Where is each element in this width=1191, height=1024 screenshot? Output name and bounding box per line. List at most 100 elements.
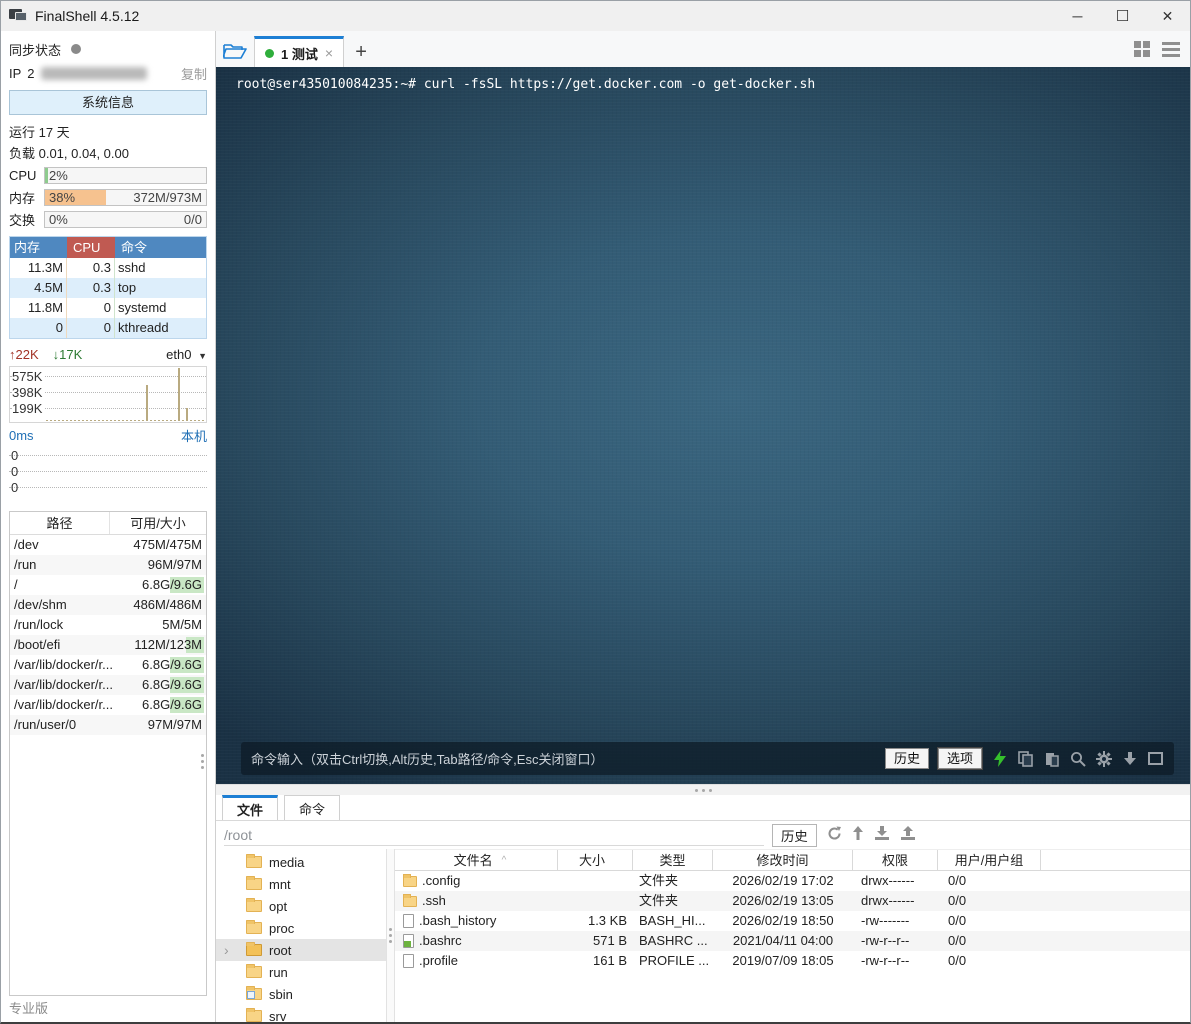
- command-input-hint[interactable]: 命令输入（双击Ctrl切换,Alt历史,Tab路径/命令,Esc关闭窗口）: [251, 749, 603, 768]
- terminal-tab[interactable]: 1 测试 ×: [254, 36, 344, 67]
- file-type: 文件夹: [633, 891, 713, 911]
- options-button[interactable]: 选项: [938, 748, 982, 769]
- disk-row[interactable]: /run96M/97M: [10, 555, 206, 575]
- refresh-icon[interactable]: [827, 826, 842, 844]
- tab-commands[interactable]: 命令: [284, 795, 340, 820]
- file-header-perm[interactable]: 权限: [853, 850, 938, 870]
- disk-row[interactable]: /dev/shm486M/486M: [10, 595, 206, 615]
- process-row[interactable]: 11.3M0.3sshd: [10, 258, 206, 278]
- parent-directory-icon[interactable]: [852, 826, 864, 844]
- load-average-text: 负载 0.01, 0.04, 0.00: [9, 143, 207, 164]
- ping-ytick-2: 0: [11, 480, 20, 495]
- disk-header-path[interactable]: 路径: [10, 512, 110, 534]
- history-button[interactable]: 历史: [885, 748, 929, 769]
- resource-meters: CPU2%内存38%372M/973M交换0%0/0: [9, 164, 207, 230]
- horizontal-splitter[interactable]: [216, 784, 1190, 795]
- tree-item-opt[interactable]: opt: [216, 895, 386, 917]
- file-history-button[interactable]: 历史: [772, 824, 817, 847]
- network-bar: [66, 420, 68, 421]
- menu-icon[interactable]: [1162, 42, 1180, 57]
- network-bar: [46, 420, 48, 421]
- file-row[interactable]: .ssh文件夹2026/02/19 13:05drwx------0/0: [395, 891, 1190, 911]
- file-mtime: 2026/02/19 18:50: [713, 911, 853, 931]
- file-perm: -rw-r--r--: [853, 951, 938, 971]
- vertical-splitter[interactable]: [386, 849, 395, 1022]
- terminal-screen[interactable]: root@ser435010084235:~# curl -fsSL https…: [216, 67, 1190, 784]
- tree-item-sbin[interactable]: sbin: [216, 983, 386, 1005]
- copy-icon[interactable]: [1017, 750, 1034, 767]
- resource-meter: 内存38%372M/973M: [9, 186, 207, 208]
- process-table-header[interactable]: 内存 CPU 命令: [10, 237, 206, 258]
- process-row[interactable]: 00kthreadd: [10, 318, 206, 338]
- copy-ip-link[interactable]: 复制: [181, 64, 207, 83]
- file-size: 161 B: [558, 951, 633, 971]
- file-row[interactable]: .config文件夹2026/02/19 17:02drwx------0/0: [395, 871, 1190, 891]
- disk-row[interactable]: /run/user/097M/97M: [10, 715, 206, 735]
- search-icon[interactable]: [1069, 750, 1086, 767]
- file-row[interactable]: .bash_history1.3 KBBASH_HI...2026/02/19 …: [395, 911, 1190, 931]
- disk-row[interactable]: /dev475M/475M: [10, 535, 206, 555]
- disk-header-size[interactable]: 可用/大小: [110, 512, 206, 534]
- resource-meter: CPU2%: [9, 164, 207, 186]
- tree-item-run[interactable]: run: [216, 961, 386, 983]
- tree-item-srv[interactable]: srv: [216, 1005, 386, 1022]
- network-bar: [82, 420, 84, 421]
- paste-icon[interactable]: [1043, 750, 1060, 767]
- gear-icon[interactable]: [1095, 750, 1112, 767]
- tree-item-media[interactable]: media: [216, 851, 386, 873]
- file-header-type[interactable]: 类型: [633, 850, 713, 870]
- disk-row[interactable]: /boot/efi112M/123M: [10, 635, 206, 655]
- app-window: FinalShell 4.5.12 ─ ☐ ✕ 同步状态 IP 2 复制 系统信…: [0, 0, 1191, 1024]
- file-header-owner[interactable]: 用户/用户组: [938, 850, 1041, 870]
- open-connection-button[interactable]: [216, 36, 254, 66]
- layout-grid-icon[interactable]: [1134, 41, 1150, 57]
- network-bar: [182, 420, 184, 421]
- file-row[interactable]: .bashrc571 BBASHRC ...2021/04/11 04:00-r…: [395, 931, 1190, 951]
- file-mtime: 2019/07/09 18:05: [713, 951, 853, 971]
- process-row[interactable]: 11.8M0systemd: [10, 298, 206, 318]
- tab-files[interactable]: 文件: [222, 795, 278, 820]
- disk-row[interactable]: /run/lock5M/5M: [10, 615, 206, 635]
- command-input-bar[interactable]: 命令输入（双击Ctrl切换,Alt历史,Tab路径/命令,Esc关闭窗口） 历史…: [241, 742, 1174, 775]
- file-header-name[interactable]: 文件名^: [395, 850, 558, 870]
- interface-selector[interactable]: eth0 ▼: [166, 347, 207, 362]
- process-header-cpu[interactable]: CPU: [67, 237, 115, 258]
- network-bar: [62, 420, 64, 421]
- close-button[interactable]: ✕: [1145, 1, 1190, 31]
- tree-item-root[interactable]: root: [216, 939, 386, 961]
- uptime-text: 运行 17 天: [9, 122, 207, 143]
- ping-ytick-0: 0: [11, 448, 20, 463]
- window-mode-icon[interactable]: [1147, 750, 1164, 767]
- tab-close-icon[interactable]: ×: [325, 45, 333, 61]
- meter-value: 0/0: [184, 212, 202, 227]
- process-row[interactable]: 4.5M0.3top: [10, 278, 206, 298]
- upload-file-icon[interactable]: [900, 826, 916, 844]
- network-bar: [138, 420, 140, 421]
- disk-row[interactable]: /var/lib/docker/r...6.8G/9.6G: [10, 675, 206, 695]
- minimize-button[interactable]: ─: [1055, 1, 1100, 31]
- file-size: [558, 891, 633, 911]
- file-owner: 0/0: [938, 891, 1041, 911]
- disk-row[interactable]: /var/lib/docker/r...6.8G/9.6G: [10, 655, 206, 675]
- file-header-mtime[interactable]: 修改时间: [713, 850, 853, 870]
- sidebar-splitter-handle[interactable]: [201, 754, 204, 769]
- network-bar: [146, 385, 148, 421]
- system-info-button[interactable]: 系统信息: [9, 90, 207, 115]
- download-arrow-icon[interactable]: [1121, 750, 1138, 767]
- file-row[interactable]: .profile161 BPROFILE ...2019/07/09 18:05…: [395, 951, 1190, 971]
- new-tab-button[interactable]: +: [344, 37, 378, 67]
- process-header-cmd[interactable]: 命令: [115, 237, 206, 258]
- sync-status-dot: [71, 44, 81, 54]
- tree-item-proc[interactable]: proc: [216, 917, 386, 939]
- tree-item-mnt[interactable]: mnt: [216, 873, 386, 895]
- download-file-icon[interactable]: [874, 826, 890, 844]
- disk-row[interactable]: /6.8G/9.6G: [10, 575, 206, 595]
- disk-row[interactable]: /var/lib/docker/r...6.8G/9.6G: [10, 695, 206, 715]
- lightning-icon[interactable]: [991, 750, 1008, 767]
- meter-track: 38%372M/973M: [44, 189, 207, 206]
- file-header-size[interactable]: 大小: [558, 850, 633, 870]
- path-input[interactable]: /root: [224, 824, 764, 846]
- process-header-mem[interactable]: 内存: [10, 237, 67, 258]
- disk-table-header[interactable]: 路径 可用/大小: [10, 512, 206, 535]
- maximize-button[interactable]: ☐: [1100, 1, 1145, 31]
